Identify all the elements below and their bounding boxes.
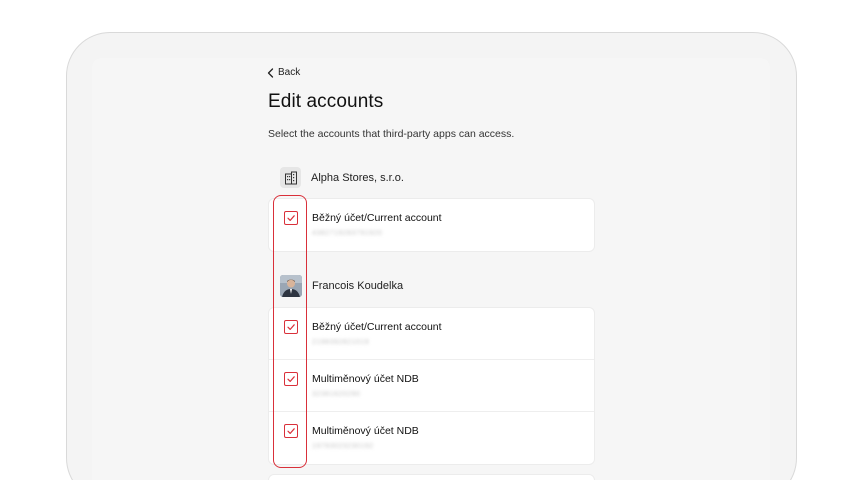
account-number: 2198392821019 [312,339,370,346]
accounts-card-person: Běžný účet/Current account 2198392821019… [268,307,595,465]
page-title: Edit accounts [268,91,384,112]
account-name: Běžný účet/Current account [312,212,442,224]
checkbox-highlight-outline [273,195,307,468]
account-name: Multiměnový účet NDB [312,425,419,437]
account-number: 19793023230192 [312,443,374,450]
group-header-company: Alpha Stores, s.r.o. [280,167,404,188]
next-card-partial [268,474,595,480]
accounts-card-company: Běžný účet/Current account 4382719283791… [268,198,595,252]
building-icon [280,167,301,188]
group-name: Francois Koudelka [312,280,404,292]
back-label: Back [278,67,301,78]
account-row[interactable]: Multiměnový účet NDB 19793023230192 [269,412,594,464]
account-row[interactable]: Běžný účet/Current account 4382719283791… [269,199,594,251]
account-row[interactable]: Multiměnový účet NDB 32381620290 [269,360,594,412]
page-subtitle: Select the accounts that third-party app… [268,128,515,140]
group-name: Alpha Stores, s.r.o. [311,171,404,184]
account-name: Multiměnový účet NDB [312,373,419,385]
account-number: 4382719283791920 [312,230,383,237]
account-row[interactable]: Běžný účet/Current account 2198392821019 [269,308,594,360]
chevron-left-icon [267,67,274,78]
account-name: Běžný účet/Current account [312,321,442,333]
account-number: 32381620290 [312,391,361,398]
back-link[interactable]: Back [267,67,300,78]
